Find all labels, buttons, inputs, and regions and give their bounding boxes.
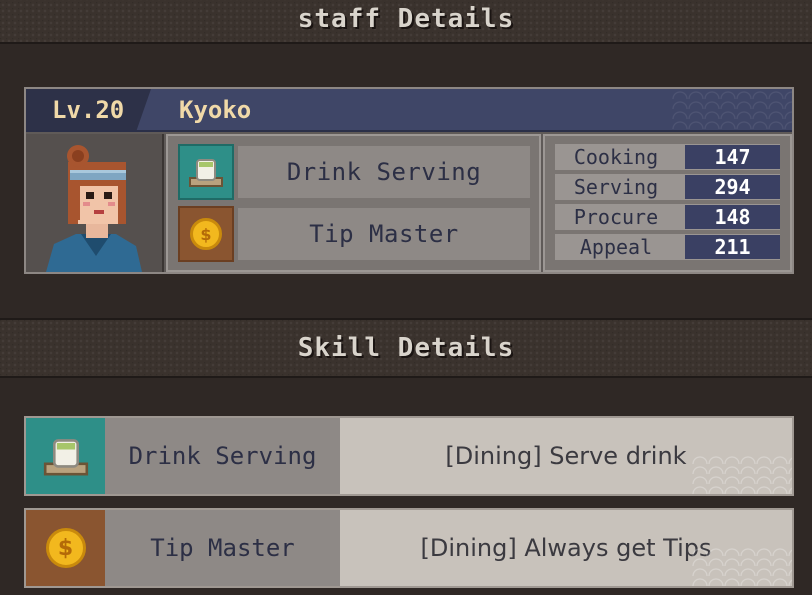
staff-details-title: staff Details (297, 4, 515, 34)
stat-value: 211 (685, 235, 780, 259)
traits-panel: Drink Serving $ Tip Master (166, 134, 541, 272)
skill-details-title: Skill Details (297, 333, 515, 363)
trait-tip-master[interactable]: $ Tip Master (178, 206, 530, 262)
wave-pattern-icon (672, 89, 792, 130)
stat-value: 147 (685, 145, 780, 169)
trait-drink-serving[interactable]: Drink Serving (178, 144, 530, 200)
staff-card: Lv.20 Kyoko Drink Serving $ Tip Master C… (24, 87, 794, 274)
stat-name: Serving (573, 175, 659, 199)
wave-pattern-icon (692, 546, 792, 586)
skill-details-header: Skill Details (0, 318, 812, 378)
coin-icon: $ (178, 206, 234, 262)
skill-card-tip-master[interactable]: $ Tip Master [Dining] Always get Tips (24, 508, 794, 588)
skill-card-drink-serving[interactable]: Drink Serving [Dining] Serve drink (24, 416, 794, 496)
tea-cup-icon (26, 418, 105, 494)
stat-name: Procure (573, 205, 659, 229)
coin-icon: $ (26, 510, 105, 586)
trait-label: Drink Serving (286, 158, 482, 186)
staff-details-header: staff Details (0, 0, 812, 44)
staff-card-header: Lv.20 Kyoko (26, 89, 792, 132)
stat-row-serving: Serving 294 (555, 174, 780, 200)
stat-name: Cooking (573, 145, 659, 169)
stat-row-appeal: Appeal 211 (555, 234, 780, 260)
staff-portrait (26, 134, 164, 272)
stat-row-cooking: Cooking 147 (555, 144, 780, 170)
stats-panel: Cooking 147 Serving 294 Procure 148 Appe… (543, 134, 792, 272)
tea-cup-icon (178, 144, 234, 200)
skill-name: Tip Master (150, 534, 295, 562)
wave-pattern-icon (692, 454, 792, 494)
staff-name: Kyoko (179, 96, 252, 124)
stat-row-procure: Procure 148 (555, 204, 780, 230)
staff-level: Lv.20 (52, 96, 125, 124)
stat-value: 294 (685, 175, 780, 199)
stat-name: Appeal (579, 235, 653, 259)
trait-label: Tip Master (309, 220, 459, 248)
skill-name: Drink Serving (128, 442, 317, 470)
character-portrait-icon (46, 145, 142, 272)
stat-value: 148 (685, 205, 780, 229)
